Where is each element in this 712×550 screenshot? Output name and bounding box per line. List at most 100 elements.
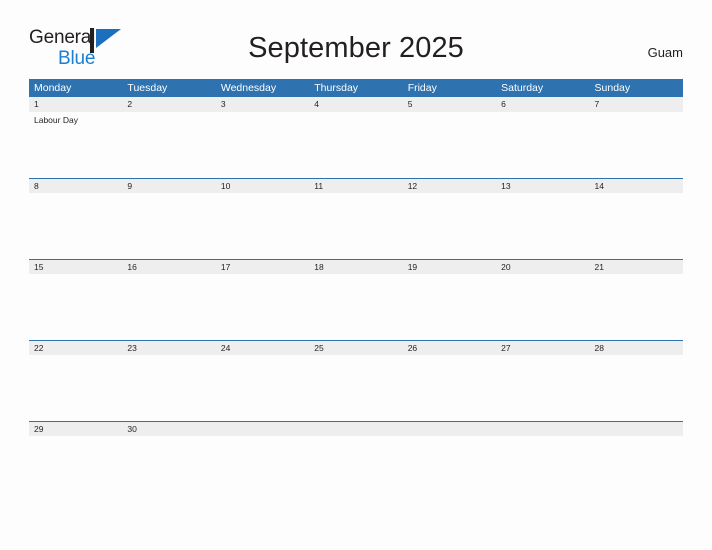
day-number[interactable]: 12 bbox=[403, 179, 496, 193]
day-cell[interactable] bbox=[403, 436, 496, 502]
weekday-header-wednesday: Wednesday bbox=[220, 82, 277, 94]
day-cell[interactable] bbox=[122, 436, 215, 502]
day-number[interactable]: 30 bbox=[122, 422, 215, 436]
day-number[interactable]: 6 bbox=[496, 97, 589, 112]
week-event-band bbox=[29, 355, 683, 421]
day-number[interactable]: 7 bbox=[590, 97, 683, 112]
day-number[interactable]: 15 bbox=[29, 260, 122, 274]
day-number[interactable]: 25 bbox=[309, 341, 402, 355]
day-cell[interactable] bbox=[403, 355, 496, 421]
week-event-band: Labour Day bbox=[29, 112, 683, 178]
day-number-empty bbox=[216, 422, 309, 436]
day-cell[interactable] bbox=[122, 193, 215, 259]
day-cell[interactable]: Labour Day bbox=[29, 112, 122, 178]
day-cell[interactable] bbox=[29, 274, 122, 340]
day-number-empty bbox=[590, 422, 683, 436]
day-number[interactable]: 19 bbox=[403, 260, 496, 274]
day-number[interactable]: 8 bbox=[29, 179, 122, 193]
weekday-header-row: Monday Tuesday Wednesday Thursday Friday Satu… bbox=[29, 79, 683, 97]
holiday-event: Labour Day bbox=[34, 115, 78, 125]
weekday-header-tuesday: Tuesday bbox=[127, 82, 168, 94]
day-cell[interactable] bbox=[403, 274, 496, 340]
weekday-header-saturday: Saturday bbox=[501, 82, 544, 94]
day-number[interactable]: 29 bbox=[29, 422, 122, 436]
day-cell[interactable] bbox=[590, 436, 683, 502]
weekday-header-friday: Friday bbox=[407, 82, 437, 94]
week-date-band: 22 23 24 25 26 27 28 bbox=[29, 340, 683, 355]
day-number[interactable]: 3 bbox=[216, 97, 309, 112]
calendar-week-row: 1 2 3 4 5 6 7 Labour Day bbox=[29, 97, 683, 178]
day-cell[interactable] bbox=[496, 355, 589, 421]
day-number[interactable]: 5 bbox=[403, 97, 496, 112]
day-cell[interactable] bbox=[216, 436, 309, 502]
week-date-band: 29 30 bbox=[29, 421, 683, 436]
day-cell[interactable] bbox=[590, 193, 683, 259]
day-cell[interactable] bbox=[122, 274, 215, 340]
day-number[interactable]: 9 bbox=[122, 179, 215, 193]
day-number[interactable]: 11 bbox=[309, 179, 402, 193]
day-cell[interactable] bbox=[403, 193, 496, 259]
week-event-band bbox=[29, 436, 683, 502]
day-number[interactable]: 21 bbox=[590, 260, 683, 274]
day-number-empty bbox=[496, 422, 589, 436]
day-cell[interactable] bbox=[496, 274, 589, 340]
day-cell[interactable] bbox=[496, 193, 589, 259]
day-number-empty bbox=[309, 422, 402, 436]
day-number[interactable]: 27 bbox=[496, 341, 589, 355]
day-number-empty bbox=[403, 422, 496, 436]
day-cell[interactable] bbox=[309, 274, 402, 340]
day-cell[interactable] bbox=[496, 112, 589, 178]
day-number[interactable]: 16 bbox=[122, 260, 215, 274]
day-number[interactable]: 22 bbox=[29, 341, 122, 355]
day-number[interactable]: 28 bbox=[590, 341, 683, 355]
calendar-weeks: 1 2 3 4 5 6 7 Labour Day 8 9 10 11 12 13 14 15 16 17 18 19 2… bbox=[29, 97, 683, 502]
day-number[interactable]: 23 bbox=[122, 341, 215, 355]
weekday-header-sunday: Sunday bbox=[594, 82, 631, 94]
day-number[interactable]: 1 bbox=[29, 97, 122, 112]
day-number[interactable]: 4 bbox=[309, 97, 402, 112]
day-cell[interactable] bbox=[29, 355, 122, 421]
day-cell[interactable] bbox=[29, 436, 122, 502]
day-cell[interactable] bbox=[496, 436, 589, 502]
calendar-grid: Monday Tuesday Wednesday Thursday Friday Satu… bbox=[29, 79, 683, 502]
day-cell[interactable] bbox=[216, 355, 309, 421]
page-title: September 2025 bbox=[248, 32, 464, 64]
region-label: Guam bbox=[647, 45, 683, 60]
week-date-band: 8 9 10 11 12 13 14 bbox=[29, 178, 683, 193]
day-number[interactable]: 20 bbox=[496, 260, 589, 274]
day-number[interactable]: 14 bbox=[590, 179, 683, 193]
calendar-week-row: 22 23 24 25 26 27 28 bbox=[29, 340, 683, 421]
week-event-band bbox=[29, 193, 683, 259]
day-cell[interactable] bbox=[216, 193, 309, 259]
day-cell[interactable] bbox=[29, 193, 122, 259]
page-header: General Blue September 2025 Guam bbox=[0, 0, 712, 68]
day-cell[interactable] bbox=[309, 355, 402, 421]
day-cell[interactable] bbox=[216, 112, 309, 178]
weekday-header-monday: Monday bbox=[34, 82, 72, 94]
day-cell[interactable] bbox=[590, 355, 683, 421]
day-cell[interactable] bbox=[309, 193, 402, 259]
day-cell[interactable] bbox=[590, 274, 683, 340]
calendar-week-row: 29 30 bbox=[29, 421, 683, 502]
day-number[interactable]: 17 bbox=[216, 260, 309, 274]
day-number[interactable]: 13 bbox=[496, 179, 589, 193]
day-cell[interactable] bbox=[590, 112, 683, 178]
week-date-band: 15 16 17 18 19 20 21 bbox=[29, 259, 683, 274]
day-cell[interactable] bbox=[403, 112, 496, 178]
calendar-week-row: 15 16 17 18 19 20 21 bbox=[29, 259, 683, 340]
day-number[interactable]: 2 bbox=[122, 97, 215, 112]
day-cell[interactable] bbox=[122, 355, 215, 421]
day-cell[interactable] bbox=[122, 112, 215, 178]
week-date-band: 1234567 bbox=[29, 97, 683, 112]
day-number[interactable]: 10 bbox=[216, 179, 309, 193]
day-number[interactable]: 18 bbox=[309, 260, 402, 274]
day-cell[interactable] bbox=[309, 436, 402, 502]
calendar-week-row: 8 9 10 11 12 13 14 bbox=[29, 178, 683, 259]
day-number[interactable]: 24 bbox=[216, 341, 309, 355]
calendar-page: General Blue September 2025 Guam Monday T… bbox=[0, 0, 712, 550]
week-event-band bbox=[29, 274, 683, 340]
weekday-header-thursday: Thursday bbox=[314, 82, 359, 94]
day-cell[interactable] bbox=[216, 274, 309, 340]
day-number[interactable]: 26 bbox=[403, 341, 496, 355]
day-cell[interactable] bbox=[309, 112, 402, 178]
